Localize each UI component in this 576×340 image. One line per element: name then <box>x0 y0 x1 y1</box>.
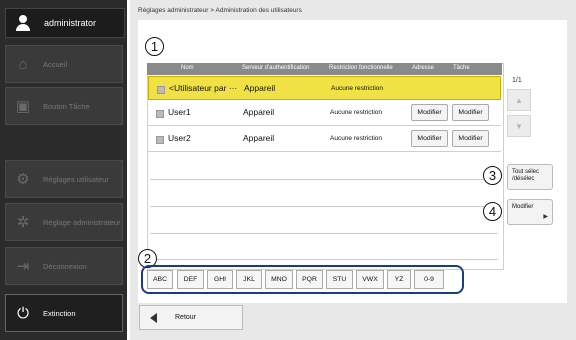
modify-address-button[interactable]: Modifier <box>411 104 448 121</box>
filter-pqr[interactable]: PQR <box>296 270 323 289</box>
select-all-label: Tout sélec /désélec <box>512 169 540 182</box>
table-row[interactable]: User1 Appareil Aucune restriction Modifi… <box>148 101 501 126</box>
user-name: administrator <box>44 18 97 28</box>
task-button-icon: ▣ <box>15 98 31 115</box>
row-server: Appareil <box>243 133 275 143</box>
user-badge: administrator <box>5 8 125 38</box>
page-indicator: 1/1 <box>512 77 522 84</box>
sidebar-item-label: Réglages utilisateur <box>43 174 109 184</box>
sidebar-item-label: Déconnexion <box>43 261 87 271</box>
power-icon: ⏻ <box>17 304 29 322</box>
row-restriction: Aucune restriction <box>330 135 383 142</box>
callout-4: 4 <box>483 202 502 221</box>
callout-3: 3 <box>483 166 502 185</box>
power-off-button[interactable]: ⏻ Extinction <box>5 294 123 332</box>
row-restriction: Aucune restriction <box>330 109 383 116</box>
modify-address-button[interactable]: Modifier <box>411 130 448 147</box>
back-label: Retour <box>175 314 197 321</box>
col-name: Nom <box>181 65 194 71</box>
modify-button[interactable]: Modifier ▶ <box>507 199 553 225</box>
breadcrumb: Réglages administrateur > Administration… <box>138 7 302 14</box>
page-up-button[interactable]: ▲ <box>507 89 531 111</box>
row-restriction: Aucune restriction <box>331 85 384 92</box>
modify-label: Modifier <box>512 204 534 210</box>
sidebar-item-user-settings[interactable]: ⚙ Réglages utilisateur <box>5 160 123 198</box>
sidebar-item-label: Réglage administrateur <box>43 217 121 227</box>
sidebar-item-logout[interactable]: ⇥ Déconnexion <box>5 247 123 285</box>
filter-vwx[interactable]: VWX <box>356 270 384 289</box>
arrow-down-icon: ▼ <box>515 121 523 131</box>
page-down-button[interactable]: ▼ <box>507 115 531 137</box>
filter-def[interactable]: DEF <box>177 270 204 289</box>
table-header: Nom Serveur d'authentification Restricti… <box>147 63 502 75</box>
col-task: Tâche <box>453 65 470 71</box>
arrow-right-icon: ▶ <box>543 214 548 220</box>
filter-stu[interactable]: STU <box>326 270 353 289</box>
col-address: Adresse <box>412 65 435 71</box>
callout-1: 1 <box>145 37 164 56</box>
filter-yz[interactable]: YZ <box>387 270 411 289</box>
logout-icon: ⇥ <box>16 258 30 275</box>
empty-row-divider <box>150 206 498 207</box>
home-icon: ⌂ <box>18 55 28 73</box>
row-server: Appareil <box>243 107 275 117</box>
row-checkbox[interactable] <box>156 110 164 118</box>
admin-settings-icon: ✲ <box>16 214 30 231</box>
table-row[interactable]: <Utilisateur par ··· Appareil Aucune res… <box>148 76 501 100</box>
modify-task-button[interactable]: Modifier <box>452 104 489 121</box>
sidebar-item-label: Extinction <box>43 308 76 318</box>
row-checkbox[interactable] <box>156 136 164 144</box>
user-icon <box>14 14 32 32</box>
screen: administrator ⌂ Accueil ▣ Bouton Tâche ⚙… <box>0 0 576 340</box>
filter-mno[interactable]: MNO <box>265 270 293 289</box>
back-arrow-icon <box>150 312 157 323</box>
sidebar-item-task-button[interactable]: ▣ Bouton Tâche <box>5 87 123 125</box>
sidebar-item-admin-settings[interactable]: ✲ Réglage administrateur <box>5 203 123 241</box>
select-all-button[interactable]: Tout sélec /désélec <box>507 164 553 190</box>
arrow-up-icon: ▲ <box>515 95 523 105</box>
back-button[interactable]: Retour <box>139 305 243 330</box>
filter-abc[interactable]: ABC <box>147 270 173 289</box>
modify-task-button[interactable]: Modifier <box>452 130 489 147</box>
sidebar: administrator ⌂ Accueil ▣ Bouton Tâche ⚙… <box>0 0 127 340</box>
row-checkbox[interactable] <box>157 86 165 94</box>
table-row[interactable]: User2 Appareil Aucune restriction Modifi… <box>148 127 501 152</box>
filter-0-9[interactable]: 0-9 <box>414 270 444 289</box>
empty-row-divider <box>150 259 498 260</box>
row-name: User2 <box>168 133 191 143</box>
user-settings-icon: ⚙ <box>16 171 30 188</box>
row-server: Appareil <box>244 83 276 93</box>
row-name: User1 <box>168 107 191 117</box>
row-name: <Utilisateur par ··· <box>169 83 238 93</box>
empty-row-divider <box>150 179 498 180</box>
sidebar-item-label: Bouton Tâche <box>43 101 90 111</box>
empty-row-divider <box>150 233 498 234</box>
filter-jkl[interactable]: JKL <box>236 270 262 289</box>
filter-ghi[interactable]: GHI <box>207 270 233 289</box>
sidebar-item-label: Accueil <box>43 59 68 69</box>
col-restriction: Restriction fonctionnelle <box>329 65 393 71</box>
col-auth-server: Serveur d'authentification <box>242 65 310 71</box>
sidebar-item-home[interactable]: ⌂ Accueil <box>5 45 123 83</box>
